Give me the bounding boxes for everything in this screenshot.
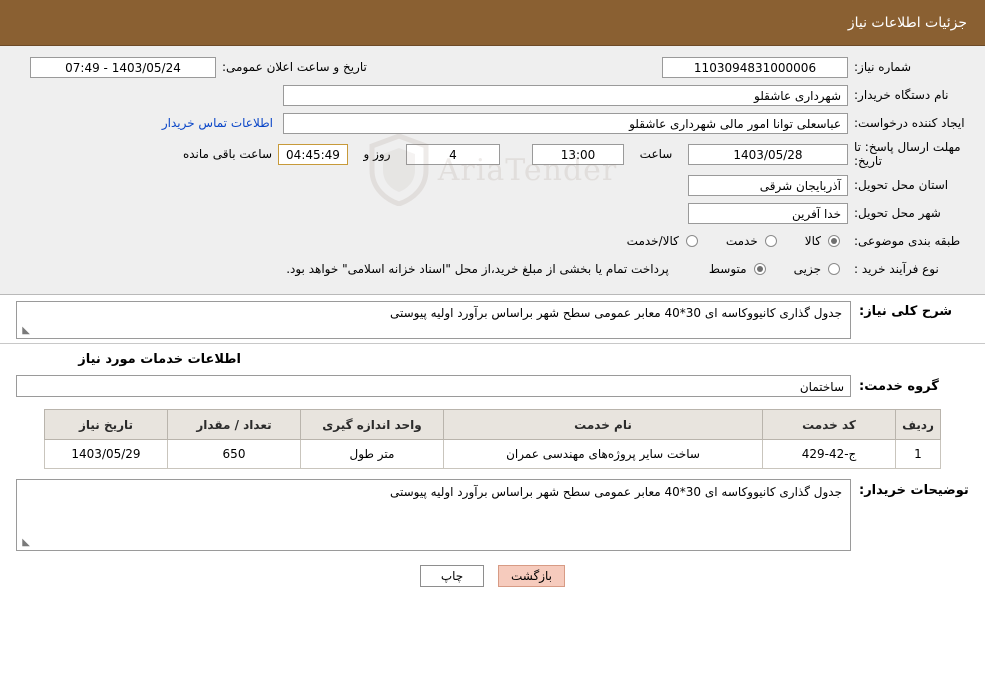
radio-kala-khedmat-icon[interactable] (685, 235, 698, 247)
category-option-kala-label: کالا (804, 234, 821, 248)
resize-grip-icon[interactable]: ◣ (20, 326, 30, 336)
buyer-notes-text: جدول گذاری کانیووکاسه ای 30*40 معابر عمو… (390, 485, 842, 499)
cell-unit: متر طول (300, 439, 444, 469)
deadline-label: مهلت ارسال پاسخ: تا تاریخ: (854, 140, 961, 168)
need-details-panel: AriaTender شماره نیاز: 1103094831000006 … (0, 46, 985, 295)
cell-quantity: 650 (167, 439, 301, 469)
services-table: ردیف کد خدمت نام خدمت واحد اندازه گیری ت… (44, 409, 941, 469)
footer-buttons: بازگشت چاپ (0, 559, 985, 587)
cell-code: ج-42-429 (762, 439, 896, 469)
row-buyer-notes: توضیحات خریدار: جدول گذاری کانیووکاسه ای… (0, 475, 985, 559)
purchase-option-jozei-label: جزیی (793, 262, 821, 276)
services-section-title: اطلاعات خدمات مورد نیاز (78, 352, 241, 367)
row-buyer-org: نام دستگاه خریدار: شهرداری عاشقلو (16, 84, 969, 106)
col-name: نام خدمت (443, 409, 763, 440)
deadline-time-value: 13:00 (532, 143, 624, 165)
purchase-option-motavaset[interactable]: متوسط (709, 262, 768, 276)
province-value: آذربایجان شرقی (688, 174, 848, 196)
col-unit: واحد اندازه گیری (300, 409, 444, 440)
back-button[interactable]: بازگشت (498, 565, 565, 587)
col-code: کد خدمت (762, 409, 896, 440)
summary-text: جدول گذاری کانیووکاسه ای 30*40 معابر عمو… (390, 306, 842, 320)
cell-index: 1 (895, 439, 941, 469)
category-option-kala-khedmat[interactable]: کالا/خدمت (627, 234, 700, 248)
col-quantity: تعداد / مقدار (167, 409, 301, 440)
creator-label: ایجاد کننده درخواست: (854, 116, 965, 130)
row-deadline: مهلت ارسال پاسخ: تا تاریخ: 1403/05/28 سا… (16, 140, 969, 168)
cell-name: ساخت سایر پروژه‌های مهندسی عمران (443, 439, 763, 469)
buyer-contact-link[interactable]: اطلاعات تماس خریدار (162, 116, 273, 130)
row-summary: شرح کلی نیاز: جدول گذاری کانیووکاسه ای 3… (0, 295, 985, 343)
purchase-option-jozei[interactable]: جزیی (794, 262, 842, 276)
row-service-group: گروه خدمت: ساختمان (0, 373, 985, 405)
purchase-option-motavaset-label: متوسط (708, 262, 747, 276)
services-section: اطلاعات خدمات مورد نیاز گروه خدمت: ساختم… (0, 344, 985, 587)
print-button[interactable]: چاپ (420, 565, 484, 587)
notes-resize-grip-icon[interactable]: ◣ (20, 538, 30, 548)
table-row: 1 ج-42-429 ساخت سایر پروژه‌های مهندسی عم… (44, 439, 941, 469)
services-table-wrap: ردیف کد خدمت نام خدمت واحد اندازه گیری ت… (0, 405, 985, 475)
announce-date-label: تاریخ و ساعت اعلان عمومی: (222, 60, 367, 74)
category-option-khedmat-label: خدمت (725, 234, 758, 248)
row-category: طبقه بندی موضوعی: کالا خدمت کالا/خدمت (16, 230, 969, 252)
category-option-kala[interactable]: کالا (805, 234, 842, 248)
buyer-notes-label: توضیحات خریدار: (859, 483, 969, 498)
buyer-org-value: شهرداری عاشقلو (283, 84, 848, 106)
summary-textarea[interactable]: جدول گذاری کانیووکاسه ای 30*40 معابر عمو… (16, 301, 851, 339)
page-title: جزئیات اطلاعات نیاز (847, 14, 967, 31)
summary-section: شرح کلی نیاز: جدول گذاری کانیووکاسه ای 3… (0, 295, 985, 344)
col-date: تاریخ نیاز (44, 409, 168, 440)
city-label: شهر محل تحویل: (854, 206, 941, 220)
days-label: روز و (363, 147, 391, 161)
purchase-note: پرداخت تمام یا بخشی از مبلغ خرید،از محل … (286, 262, 669, 276)
radio-jozei-icon[interactable] (828, 263, 840, 275)
table-header-row: ردیف کد خدمت نام خدمت واحد اندازه گیری ت… (44, 409, 941, 440)
service-group-label: گروه خدمت: (859, 378, 939, 394)
cell-date: 1403/05/29 (44, 439, 168, 469)
row-city: شهر محل تحویل: خدا آفرین (16, 202, 969, 224)
category-option-kala-khedmat-label: کالا/خدمت (626, 234, 679, 248)
category-option-khedmat[interactable]: خدمت (726, 234, 779, 248)
buyer-notes-textarea[interactable]: جدول گذاری کانیووکاسه ای 30*40 معابر عمو… (16, 479, 851, 551)
creator-value: عباسعلی توانا امور مالی شهرداری عاشقلو (283, 112, 848, 134)
radio-kala-icon[interactable] (828, 235, 840, 247)
row-purchase-type: نوع فرآیند خرید : جزیی متوسط پرداخت تمام… (16, 258, 969, 280)
category-label: طبقه بندی موضوعی: (854, 234, 961, 248)
row-creator: ایجاد کننده درخواست: عباسعلی توانا امور … (16, 112, 969, 134)
hour-label: ساعت (639, 147, 673, 161)
announce-date-value: 1403/05/24 - 07:49 (30, 56, 216, 78)
page-header: جزئیات اطلاعات نیاز (0, 0, 985, 46)
radio-motavaset-icon[interactable] (753, 263, 766, 275)
buyer-org-label: نام دستگاه خریدار: (854, 88, 949, 102)
purchase-type-label: نوع فرآیند خرید : (854, 262, 939, 276)
remaining-label: ساعت باقی مانده (182, 147, 272, 161)
province-label: استان محل تحویل: (854, 178, 949, 192)
need-number-label: شماره نیاز: (854, 60, 911, 74)
city-value: خدا آفرین (688, 202, 848, 224)
summary-label: شرح کلی نیاز: (859, 304, 953, 319)
need-number-value: 1103094831000006 (662, 56, 848, 78)
service-group-value: ساختمان (16, 375, 851, 397)
col-index: ردیف (895, 409, 941, 440)
remaining-time-value: 04:45:49 (278, 143, 348, 165)
remaining-days-value: 4 (406, 143, 500, 165)
radio-khedmat-icon[interactable] (764, 235, 777, 247)
deadline-date-value: 1403/05/28 (688, 143, 848, 165)
row-province: استان محل تحویل: آذربایجان شرقی (16, 174, 969, 196)
row-need-number: شماره نیاز: 1103094831000006 تاریخ و ساع… (16, 56, 969, 78)
